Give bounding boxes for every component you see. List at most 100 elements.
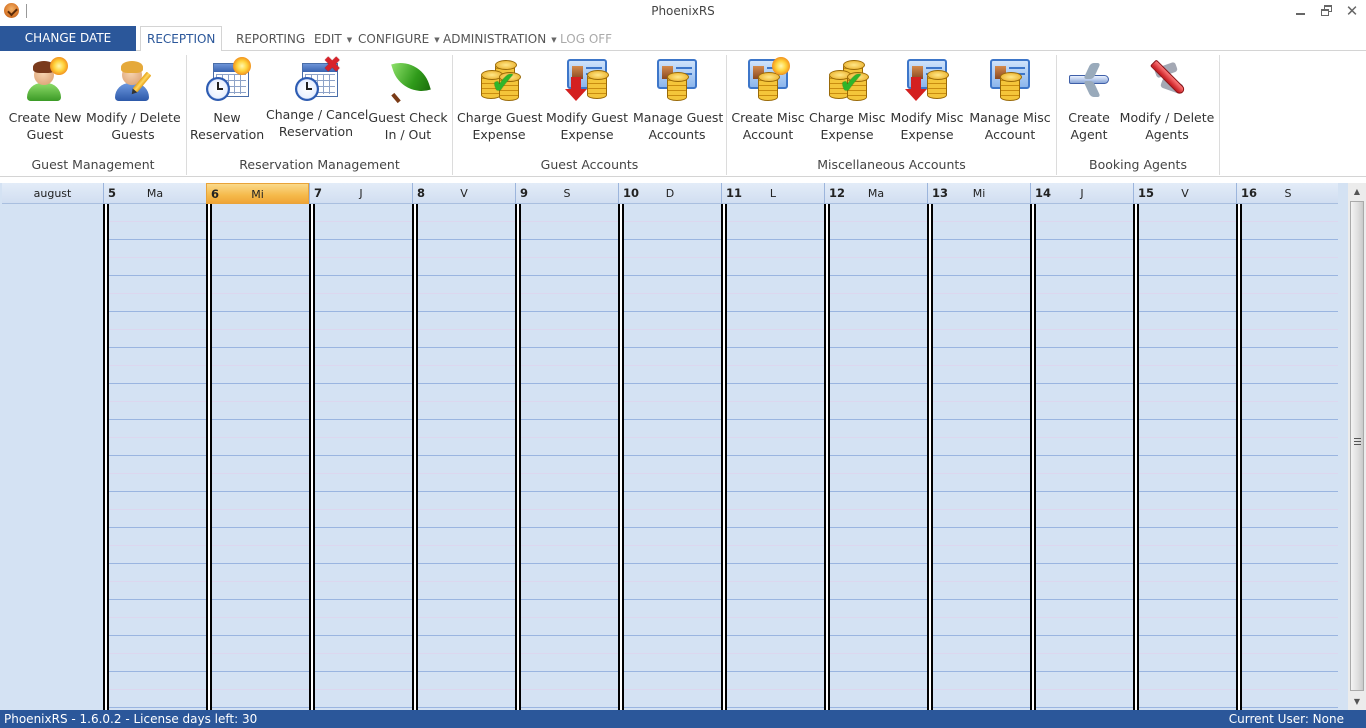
button-label: Manage Guest Accounts <box>633 109 723 143</box>
modify-expense-icon <box>563 55 611 103</box>
tab-label: ADMINISTRATION <box>443 32 547 46</box>
weekday-label: V <box>460 187 468 200</box>
person-body <box>27 83 61 101</box>
change-date-button[interactable]: CHANGE DATE <box>0 26 136 51</box>
manage-accounts-icon <box>653 55 701 103</box>
card-line <box>926 67 942 69</box>
modify-delete-guests-button[interactable]: Modify / Delete Guests <box>86 55 181 149</box>
day-column-5[interactable] <box>103 204 206 710</box>
charge-guest-expense-button[interactable]: ✔ Charge Guest Expense <box>457 55 543 149</box>
modify-delete-agents-button[interactable]: Modify / Delete Agents <box>1119 55 1215 149</box>
day-column-10[interactable] <box>618 204 721 710</box>
day-header-5[interactable]: Ma 5 <box>103 183 206 204</box>
status-bar: PhoenixRS - 1.6.0.2 - License days left:… <box>0 710 1366 728</box>
manage-guest-accounts-button[interactable]: Manage Guest Accounts <box>633 55 723 149</box>
flag-stick <box>391 92 401 104</box>
tab-reporting[interactable]: REPORTING <box>230 26 311 52</box>
label-line: Modify / Delete <box>86 110 181 125</box>
day-column-15[interactable] <box>1133 204 1236 710</box>
label-line: In / Out <box>384 127 432 142</box>
coins-icon <box>587 70 609 99</box>
day-column-12[interactable] <box>824 204 927 710</box>
create-agent-button[interactable]: Create Agent <box>1061 55 1117 149</box>
day-column-16[interactable] <box>1236 204 1338 710</box>
button-label: New Reservation <box>190 109 264 143</box>
tab-log-off[interactable]: LOG OFF <box>554 26 618 52</box>
modify-guest-icon <box>109 55 157 103</box>
day-number: 15 <box>1138 186 1155 200</box>
day-column-9[interactable] <box>515 204 618 710</box>
button-label: Change / Cancel Reservation <box>266 106 368 140</box>
charge-misc-expense-button[interactable]: ✔ Charge Misc Expense <box>809 55 885 149</box>
label-line: Expense <box>900 127 954 142</box>
title-bar: PhoenixRS ✕ <box>0 0 1366 24</box>
day-column-8[interactable] <box>412 204 515 710</box>
day-header-14[interactable]: J 14 <box>1030 183 1133 204</box>
resource-column <box>2 204 103 710</box>
scroll-down-button[interactable]: ▼ <box>1348 693 1366 710</box>
modify-misc-expense-button[interactable]: Modify Misc Expense <box>887 55 967 149</box>
reservation-scheduler: august Ma 5 Mi 6 J 7 V 8 S 9 D 10 L 11 Ma 12 Mi 13 J 14 V 15 S… <box>0 183 1366 710</box>
day-header-7[interactable]: J7 <box>309 183 412 204</box>
day-header-9[interactable]: S9 <box>515 183 618 204</box>
scroll-thumb[interactable] <box>1350 201 1364 691</box>
day-header-6[interactable]: Mi 6 <box>206 183 309 204</box>
guest-check-in-out-button[interactable]: Guest Check In / Out <box>368 55 448 149</box>
day-number: 11 <box>726 186 743 200</box>
clock-icon <box>295 77 319 101</box>
cancel-reservation-icon: ✖ <box>292 55 341 103</box>
person-hair <box>121 61 143 73</box>
day-header-13[interactable]: Mi 13 <box>927 183 1030 204</box>
group-separator <box>1219 55 1220 175</box>
flag-icon <box>391 55 431 99</box>
label-line: Expense <box>472 127 526 142</box>
arrow-down-icon <box>565 77 587 101</box>
create-misc-account-button[interactable]: Create Misc Account <box>729 55 807 149</box>
modify-guest-expense-button[interactable]: Modify Guest Expense <box>545 55 629 149</box>
grip-icon <box>1354 438 1361 446</box>
current-user-status: Current User: None <box>1228 712 1344 726</box>
new-reservation-button[interactable]: New Reservation <box>190 55 264 149</box>
day-header-15[interactable]: V 15 <box>1133 183 1236 204</box>
group-guest-management: Create New Guest Modify / Delete Guests Gu… <box>0 51 186 175</box>
create-new-guest-button[interactable]: Create New Guest <box>6 55 84 149</box>
manage-misc-account-button[interactable]: Manage Misc Account <box>969 55 1051 149</box>
label-line: Guests <box>111 127 155 142</box>
day-header-16[interactable]: S 16 <box>1236 183 1339 204</box>
tab-configure[interactable]: CONFIGURE ▼ <box>352 26 446 52</box>
label-line: Agents <box>1145 127 1189 142</box>
day-number: 6 <box>211 187 220 201</box>
day-header-8[interactable]: V8 <box>412 183 515 204</box>
scroll-up-button[interactable]: ▲ <box>1348 183 1366 200</box>
day-header-12[interactable]: Ma 12 <box>824 183 927 204</box>
charge-expense-icon: ✔ <box>475 55 523 103</box>
modify-agent-icon <box>1143 55 1191 103</box>
burst-icon <box>233 57 251 75</box>
change-cancel-reservation-button[interactable]: ✖ Change / Cancel Reservation <box>266 55 368 149</box>
label-line: Charge Guest <box>457 110 543 125</box>
day-header-10[interactable]: D 10 <box>618 183 721 204</box>
button-label: Manage Misc Account <box>969 109 1051 143</box>
day-number: 8 <box>417 186 426 200</box>
label-line: Modify / Delete <box>1119 110 1215 125</box>
tab-edit[interactable]: EDIT ▼ <box>308 26 358 52</box>
day-column-7[interactable] <box>309 204 412 710</box>
group-label: Guest Management <box>31 157 155 172</box>
tab-administration[interactable]: ADMINISTRATION ▼ <box>437 26 563 52</box>
day-column-13[interactable] <box>927 204 1030 710</box>
tab-label: CONFIGURE <box>358 32 430 46</box>
day-column-14[interactable] <box>1030 204 1133 710</box>
button-label: Create New Guest <box>6 109 84 143</box>
close-button[interactable]: ✕ <box>1337 0 1366 22</box>
button-label: Create Agent <box>1061 109 1117 143</box>
button-label: Modify Guest Expense <box>545 109 629 143</box>
day-column-6[interactable] <box>206 204 309 710</box>
vertical-scrollbar[interactable]: ▲ ▼ <box>1348 183 1366 710</box>
day-column-11[interactable] <box>721 204 824 710</box>
tab-reception[interactable]: RECEPTION <box>140 26 223 52</box>
day-header-11[interactable]: L 11 <box>721 183 824 204</box>
create-account-icon <box>744 55 792 103</box>
burst-icon <box>50 57 68 75</box>
weekday-label: J <box>359 187 363 200</box>
label-line: Modify Misc <box>890 110 964 125</box>
